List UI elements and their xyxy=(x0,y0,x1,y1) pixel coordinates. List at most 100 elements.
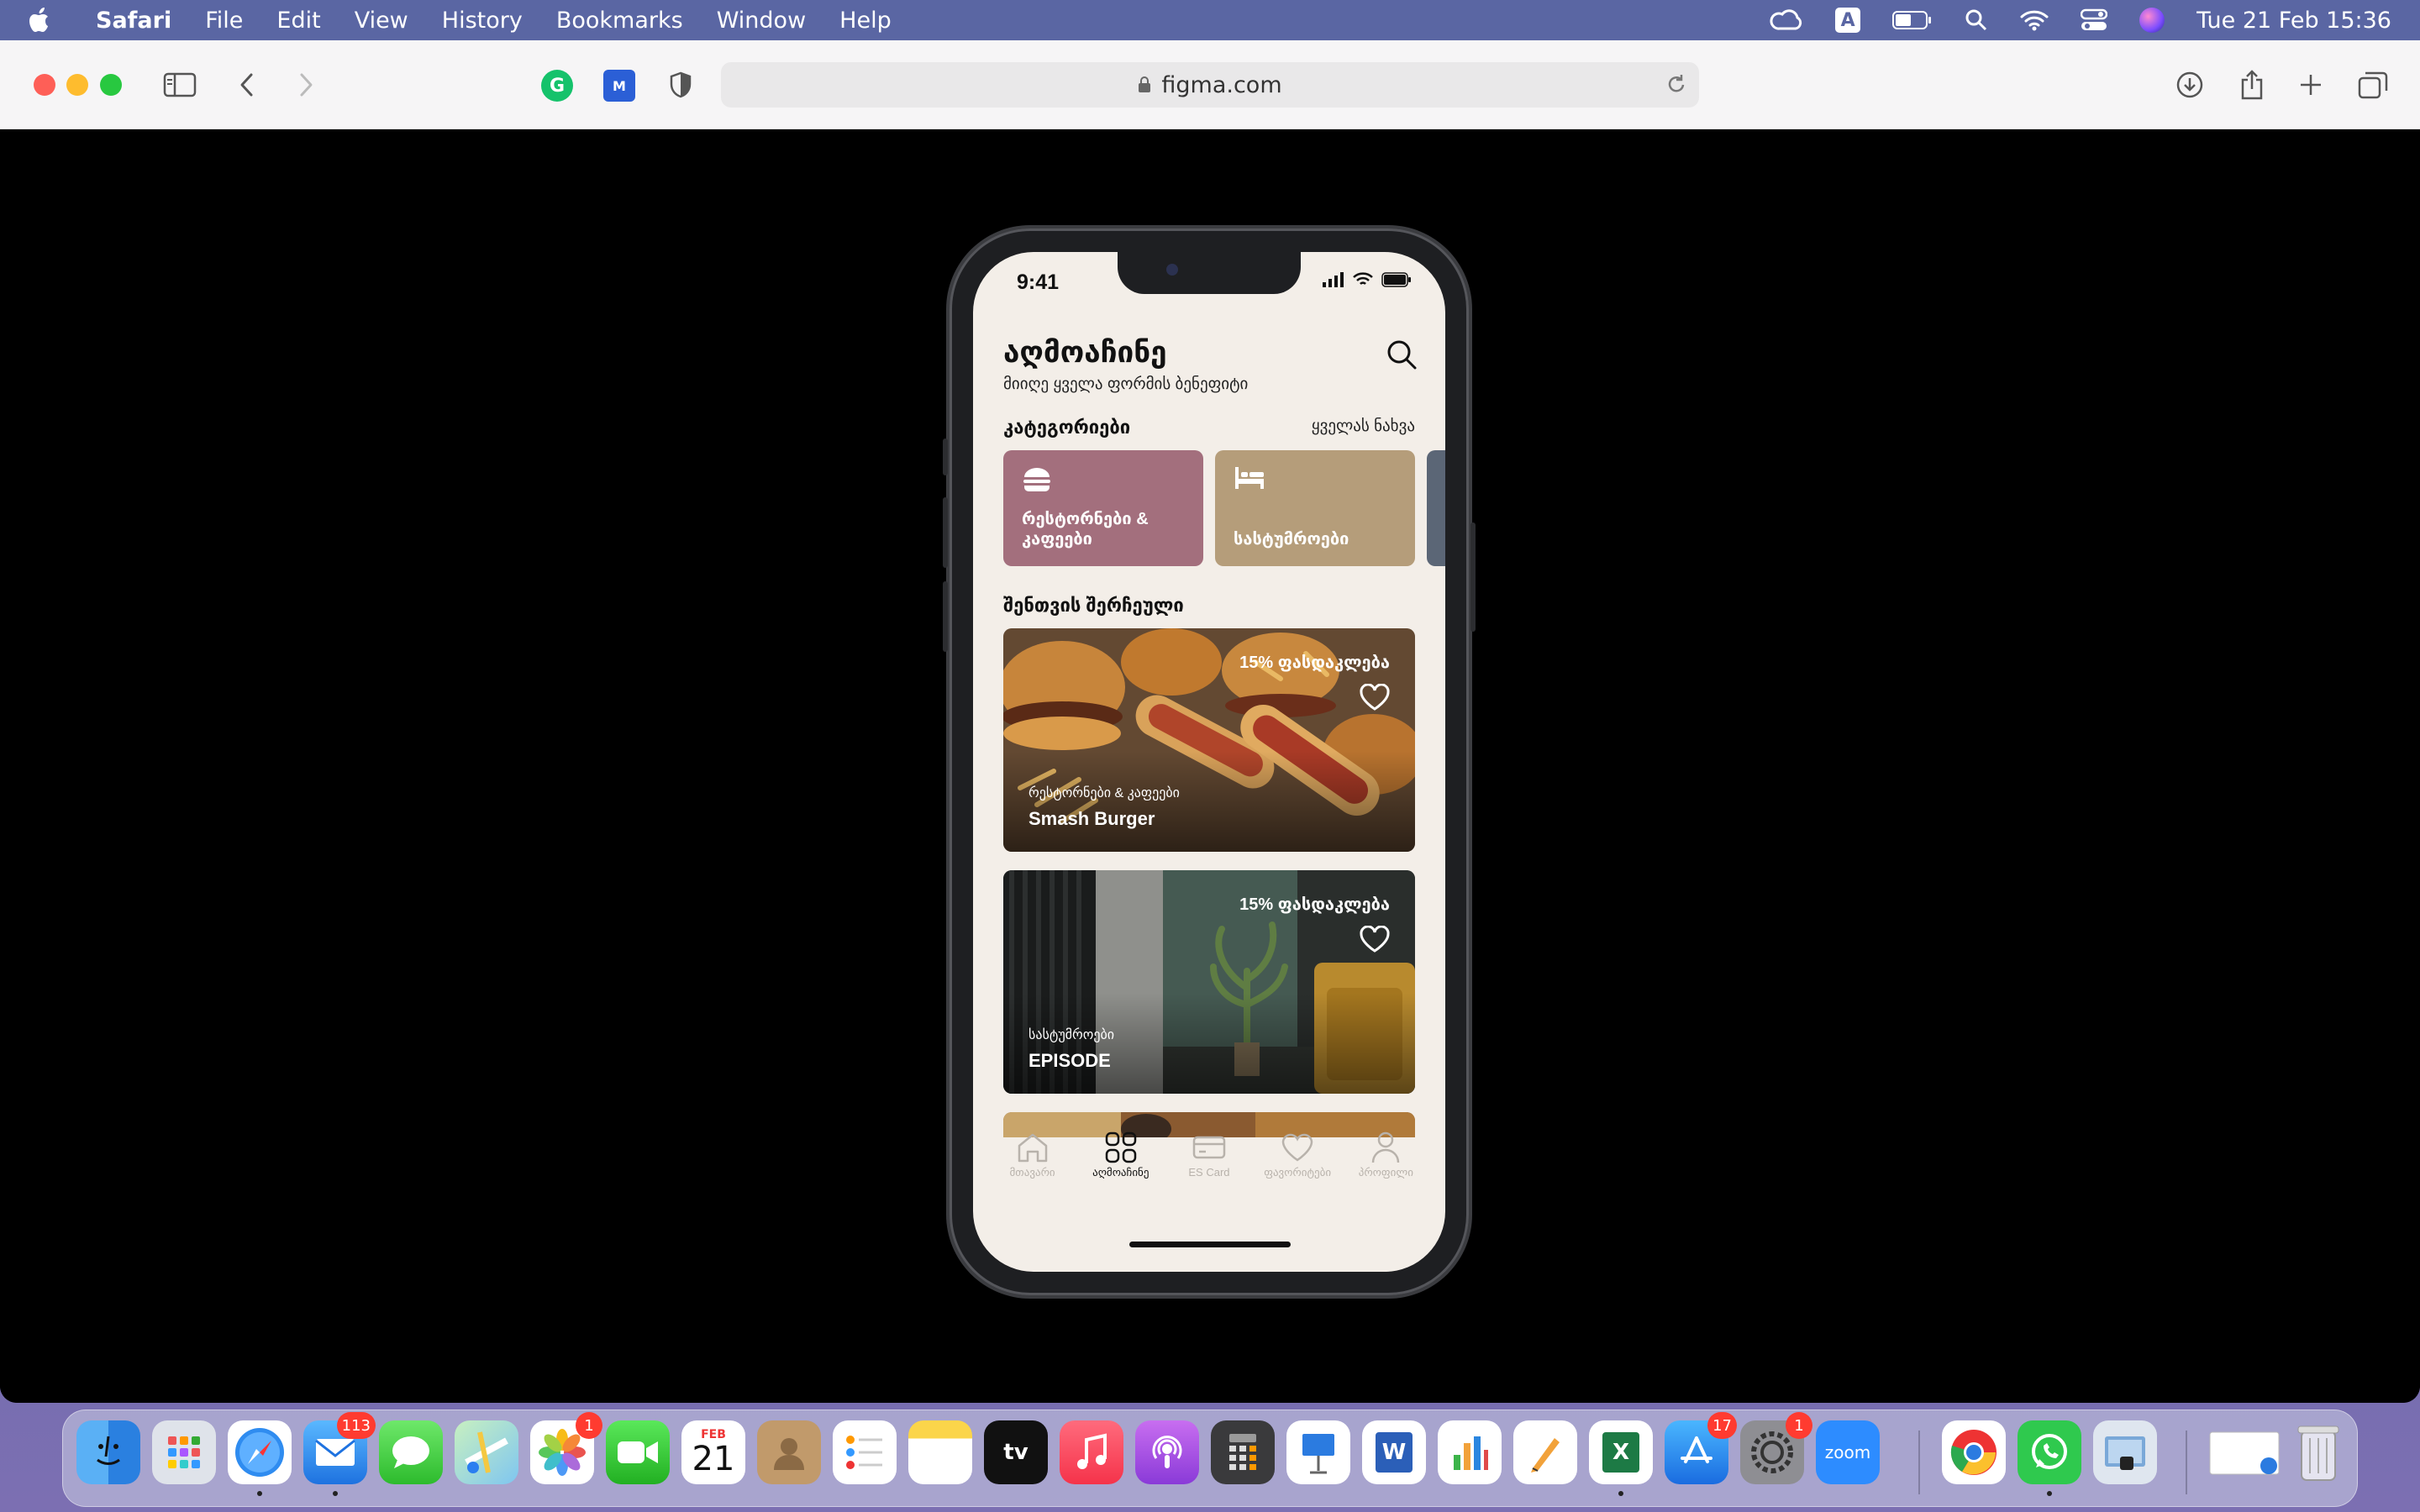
control-center-icon[interactable] xyxy=(2081,0,2108,40)
dock-mail-icon[interactable]: 113 xyxy=(303,1412,376,1496)
translate-extension-icon[interactable]: M xyxy=(603,70,635,102)
dock-photos-icon[interactable]: 1 xyxy=(530,1412,602,1484)
forward-button-icon[interactable] xyxy=(286,66,326,104)
favorite-heart-icon[interactable] xyxy=(1358,922,1392,956)
page-subtitle: მიიღე ყველა ფორმის ბენეფიტი xyxy=(1003,375,1249,393)
offer-card-smash-burger[interactable]: 15% ფასდაკლება რესტორნები & კაფეები Smas… xyxy=(1003,628,1415,852)
page-title: აღმოაჩინე xyxy=(1003,336,1167,369)
menu-bookmarks[interactable]: Bookmarks xyxy=(556,8,683,34)
search-icon[interactable] xyxy=(1383,336,1420,373)
menu-help[interactable]: Help xyxy=(839,8,892,34)
status-time: 9:41 xyxy=(1017,270,1060,294)
discount-badge: 15% ფასდაკლება xyxy=(1239,895,1390,914)
dock-preview-icon[interactable] xyxy=(2093,1420,2157,1484)
dock-launchpad-icon[interactable] xyxy=(152,1420,216,1484)
dock-tv-icon[interactable]: tv xyxy=(984,1420,1048,1484)
tab-label: ფავორიტები xyxy=(1264,1166,1332,1179)
spotlight-icon[interactable] xyxy=(1965,0,1988,40)
url-text: figma.com xyxy=(1161,71,1282,98)
offer-card-episode[interactable]: 15% ფასდაკლება სასტუმროები EPISODE xyxy=(1003,870,1415,1094)
share-icon[interactable] xyxy=(2232,66,2272,104)
zoom-window-button[interactable] xyxy=(100,74,122,96)
recommended-heading: შენთვის შერჩეული xyxy=(1003,595,1184,616)
calendar-day: 21 xyxy=(692,1440,735,1478)
dock-trash-icon[interactable] xyxy=(2286,1420,2350,1484)
address-bar[interactable]: figma.com xyxy=(721,62,1699,108)
dock-whatsapp-icon[interactable] xyxy=(2018,1420,2081,1496)
wifi-icon[interactable] xyxy=(2020,0,2049,40)
system-preferences-badge: 1 xyxy=(1786,1412,1812,1439)
back-button-icon[interactable] xyxy=(227,66,267,104)
dock-pages-icon[interactable] xyxy=(1513,1420,1577,1484)
grammarly-extension-icon[interactable]: G xyxy=(541,70,573,102)
close-window-button[interactable] xyxy=(34,74,55,96)
tab-overview-icon[interactable] xyxy=(2353,66,2393,104)
menu-view[interactable]: View xyxy=(355,8,408,34)
apple-menu-icon[interactable] xyxy=(29,7,71,34)
dock-facetime-icon[interactable] xyxy=(606,1420,670,1484)
minimize-window-button[interactable] xyxy=(66,74,88,96)
card-icon xyxy=(1192,1129,1226,1166)
home-indicator xyxy=(1129,1242,1291,1247)
see-all-link[interactable]: ყველას ნახვა xyxy=(1312,417,1415,436)
menu-safari[interactable]: Safari xyxy=(96,8,171,34)
discount-badge: 15% ფასდაკლება xyxy=(1239,654,1390,672)
offer-category: რესტორნები & კაფეები xyxy=(1028,786,1180,801)
dock-contacts-icon[interactable] xyxy=(757,1420,821,1484)
category-card-hotels[interactable]: სასტუმროები xyxy=(1215,450,1415,566)
figma-prototype-canvas: 9:41 აღმოაჩინე მიიღე ყველა ფორმის ბენეფი… xyxy=(0,129,2420,1403)
dock-numbers-icon[interactable] xyxy=(1438,1420,1502,1484)
grid-icon xyxy=(1104,1129,1138,1166)
dock-zoom-icon[interactable]: zoom xyxy=(1816,1420,1880,1484)
tab-es-card[interactable]: ES Card xyxy=(1167,1129,1251,1196)
dock-system-preferences-icon[interactable]: 1 xyxy=(1740,1412,1812,1484)
tab-profile[interactable]: პროფილი xyxy=(1344,1129,1428,1196)
dock-reminders-icon[interactable] xyxy=(833,1420,897,1484)
dock-notes-icon[interactable] xyxy=(908,1420,972,1484)
menu-clock[interactable]: Tue 21 Feb 15:36 xyxy=(2196,8,2391,34)
word-label: W xyxy=(1376,1432,1413,1473)
category-card-partial[interactable] xyxy=(1427,450,1445,566)
dock-downloads-folder-icon[interactable] xyxy=(2202,1420,2286,1484)
privacy-shield-icon[interactable] xyxy=(660,66,701,104)
dock-podcasts-icon[interactable] xyxy=(1135,1420,1199,1484)
dock-messages-icon[interactable] xyxy=(379,1420,443,1484)
favorite-heart-icon[interactable] xyxy=(1358,680,1392,714)
bed-icon xyxy=(1234,465,1397,496)
dock-safari-icon[interactable] xyxy=(228,1420,292,1496)
menu-history[interactable]: History xyxy=(442,8,523,34)
dock-app-store-icon[interactable]: 17 xyxy=(1665,1412,1737,1484)
dock-word-icon[interactable]: W xyxy=(1362,1420,1426,1484)
app-screen: 9:41 აღმოაჩინე მიიღე ყველა ფორმის ბენეფი… xyxy=(973,252,1445,1272)
tab-discover[interactable]: აღმოაჩინე xyxy=(1079,1129,1163,1196)
reload-icon[interactable] xyxy=(1665,72,1687,102)
dock-calendar-icon[interactable]: FEB 21 xyxy=(681,1420,745,1484)
battery-status-icon xyxy=(1381,272,1411,287)
dock-music-icon[interactable] xyxy=(1060,1420,1123,1484)
category-label: სასტუმროები xyxy=(1234,530,1349,549)
downloads-icon[interactable] xyxy=(2170,66,2210,104)
battery-icon[interactable] xyxy=(1892,0,1933,40)
tab-favorites[interactable]: ფავორიტები xyxy=(1255,1129,1339,1196)
dock-chrome-icon[interactable] xyxy=(1942,1420,2006,1484)
tab-home[interactable]: მთავარი xyxy=(991,1129,1075,1196)
category-card-restaurants[interactable]: რესტორნები & კაფეები xyxy=(1003,450,1203,566)
input-source-icon[interactable]: A xyxy=(1835,0,1861,40)
dock-calculator-icon[interactable] xyxy=(1211,1420,1275,1484)
dock-excel-icon[interactable]: X xyxy=(1589,1420,1653,1496)
menu-edit[interactable]: Edit xyxy=(276,8,320,34)
app-store-badge: 17 xyxy=(1707,1412,1737,1439)
dock-keynote-icon[interactable] xyxy=(1286,1420,1350,1484)
menu-window[interactable]: Window xyxy=(717,8,806,34)
lock-icon xyxy=(1138,76,1151,93)
dock-finder-icon[interactable] xyxy=(76,1420,140,1484)
categories-heading: კატეგორიები xyxy=(1003,417,1131,438)
creative-cloud-icon[interactable] xyxy=(1770,0,1803,40)
menu-file[interactable]: File xyxy=(205,8,243,34)
tab-label: პროფილი xyxy=(1358,1166,1413,1179)
status-icons xyxy=(1323,272,1412,287)
new-tab-icon[interactable] xyxy=(2291,66,2331,104)
dock-maps-icon[interactable] xyxy=(455,1420,518,1484)
siri-icon[interactable] xyxy=(2139,0,2165,40)
sidebar-toggle-icon[interactable] xyxy=(160,66,200,104)
